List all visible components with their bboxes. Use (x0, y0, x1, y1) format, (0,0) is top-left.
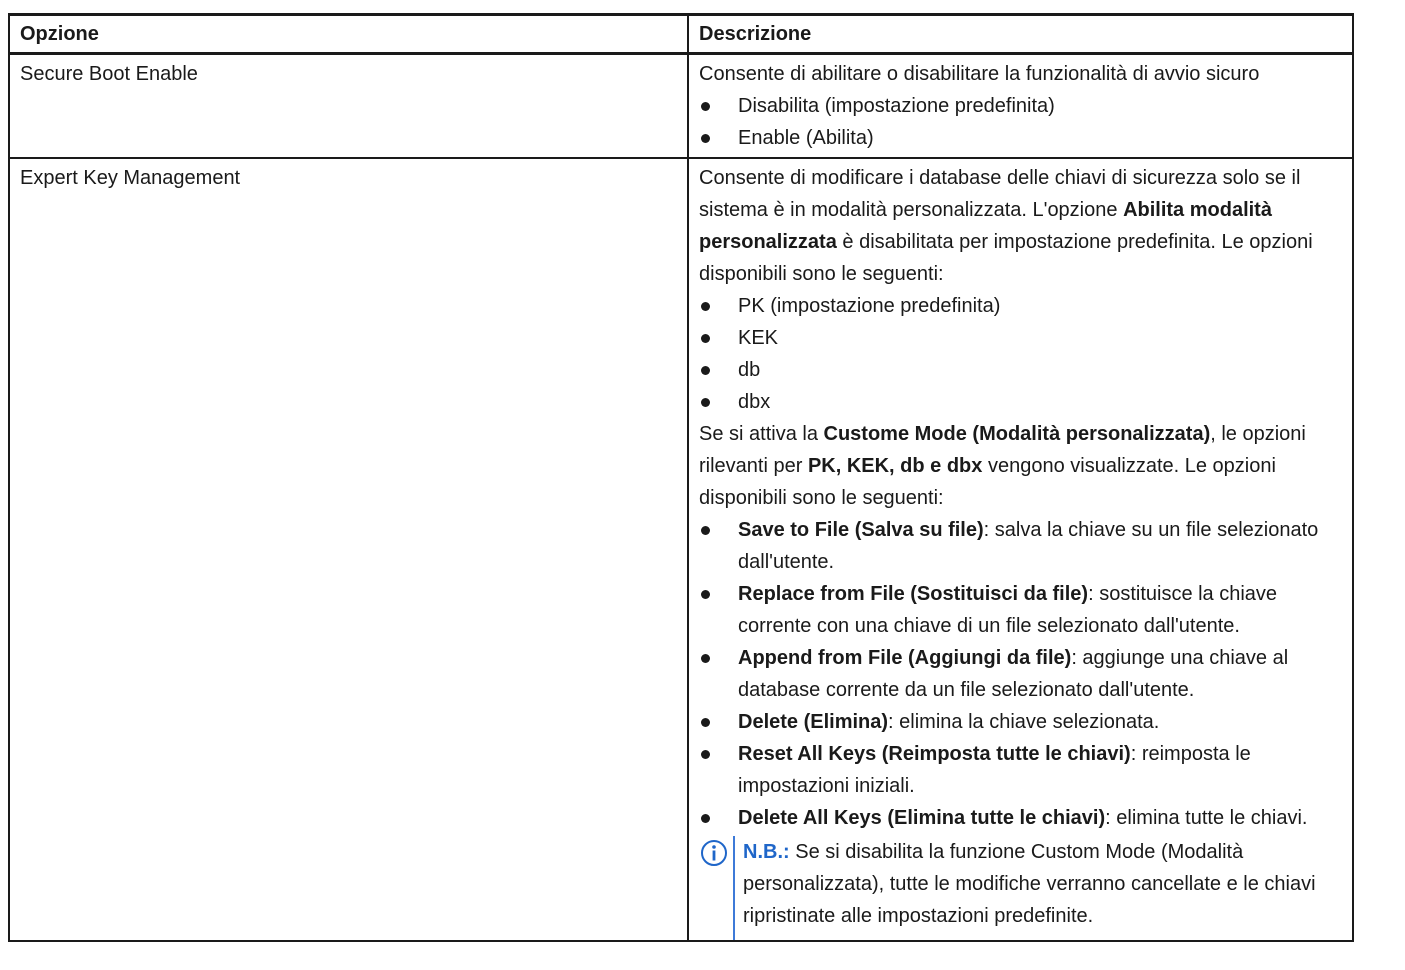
table-row: Secure Boot Enable Consente di abilitare… (8, 52, 1354, 159)
option-name: Expert Key Management (20, 167, 241, 189)
description-cell: Consente di modificare i database delle … (687, 157, 1354, 942)
list-item: Delete All Keys (Elimina tutte le chiavi… (699, 802, 1342, 834)
description-intro: Consente di abilitare o disabilitare la … (699, 63, 1260, 85)
bullet-icon (701, 750, 710, 759)
note-box: N.B.: Se si disabilita la funzione Custo… (699, 836, 1342, 940)
bullet-icon (701, 398, 710, 407)
description-paragraph: Se si attiva la Custome Mode (Modalità p… (699, 423, 1306, 509)
options-table: Opzione Descrizione Secure Boot Enable C… (8, 13, 1354, 942)
list-item: Enable (Abilita) (699, 122, 1342, 154)
list-item: Save to File (Salva su file): salva la c… (699, 514, 1342, 578)
note-accent-bar (733, 836, 735, 940)
bullet-list: Disabilita (impostazione predefinita) En… (699, 90, 1342, 154)
note-label: N.B.: (743, 841, 790, 863)
description-intro: Consente di modificare i database delle … (699, 167, 1313, 285)
bullet-icon (701, 302, 710, 311)
list-item: dbx (699, 386, 1342, 418)
bullet-icon (701, 366, 710, 375)
list-item: Reset All Keys (Reimposta tutte le chiav… (699, 738, 1342, 802)
list-item: Delete (Elimina): elimina la chiave sele… (699, 706, 1342, 738)
list-item: PK (impostazione predefinita) (699, 290, 1342, 322)
bullet-icon (701, 102, 710, 111)
list-item: db (699, 354, 1342, 386)
table-header-row: Opzione Descrizione (8, 13, 1354, 55)
info-icon (701, 840, 727, 866)
list-item: Append from File (Aggiungi da file): agg… (699, 642, 1342, 706)
bullet-icon (701, 718, 710, 727)
header-description: Descrizione (687, 13, 1354, 55)
bullet-list: PK (impostazione predefinita) KEK db dbx (699, 290, 1342, 418)
header-option: Opzione (8, 13, 689, 55)
note-text: N.B.: Se si disabilita la funzione Custo… (743, 841, 1316, 927)
bullet-icon (701, 134, 710, 143)
list-item: Disabilita (impostazione predefinita) (699, 90, 1342, 122)
description-cell: Consente di abilitare o disabilitare la … (687, 52, 1354, 159)
bullet-list: Save to File (Salva su file): salva la c… (699, 514, 1342, 834)
table-row: Expert Key Management Consente di modifi… (8, 157, 1354, 942)
bullet-icon (701, 526, 710, 535)
bullet-icon (701, 590, 710, 599)
list-item: Replace from File (Sostituisci da file):… (699, 578, 1342, 642)
option-name: Secure Boot Enable (20, 63, 198, 85)
bullet-icon (701, 654, 710, 663)
list-item: KEK (699, 322, 1342, 354)
bullet-icon (701, 814, 710, 823)
bullet-icon (701, 334, 710, 343)
option-cell: Secure Boot Enable (8, 52, 689, 159)
option-cell: Expert Key Management (8, 157, 689, 942)
